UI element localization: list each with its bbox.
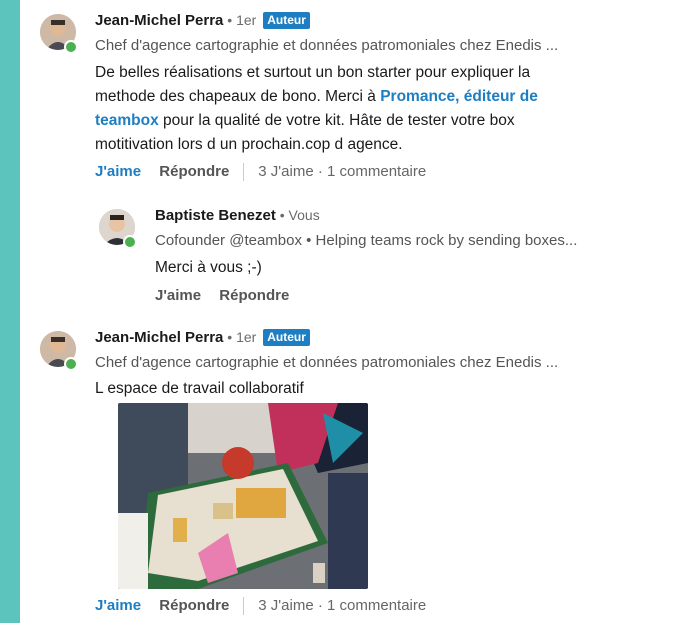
comment-line: methode des chapeaux de bono. Merci à Pr… xyxy=(95,85,685,109)
online-status-icon xyxy=(123,235,137,249)
reply-button[interactable]: Répondre xyxy=(159,163,229,180)
comment-line: teambox pour la qualité de votre kit. Hâ… xyxy=(95,109,685,133)
comment-1: Jean-Michel Perra • 1er Auteur Chef d'ag… xyxy=(20,0,697,190)
comments-panel: Jean-Michel Perra • 1er Auteur Chef d'ag… xyxy=(20,0,697,623)
photo-content xyxy=(118,403,368,589)
reply-button[interactable]: Répondre xyxy=(219,287,289,304)
comment-actions: J'aime Répondre 3 J'aime · 1 commentaire xyxy=(95,163,426,182)
online-status-icon xyxy=(64,40,78,54)
comment-text: De belles réalisations et surtout un bon… xyxy=(95,61,685,157)
comment-stats[interactable]: 3 J'aime · 1 commentaire xyxy=(258,597,426,614)
like-button[interactable]: J'aime xyxy=(95,597,141,614)
author-name-text[interactable]: Jean-Michel Perra xyxy=(95,12,223,29)
connection-degree: • 1er xyxy=(223,329,261,345)
author-badge: Auteur xyxy=(263,329,310,346)
comment-line-text: pour la qualité de votre kit. Hâte de te… xyxy=(158,112,515,129)
comment-line: De belles réalisations et surtout un bon… xyxy=(95,64,531,81)
comment-text: L espace de travail collaboratif xyxy=(95,380,304,397)
author-headline: Chef d'agence cartographie et données pa… xyxy=(95,37,559,54)
author-name-text[interactable]: Jean-Michel Perra xyxy=(95,329,223,346)
comment-line-text: methode des chapeaux de bono. Merci à xyxy=(95,88,381,105)
divider xyxy=(243,163,245,182)
comment-actions: J'aime Répondre 3 J'aime · 1 commentaire xyxy=(95,597,426,616)
comment-text: Merci à vous ;-) xyxy=(155,259,262,276)
comment-line: motitivation lors d un prochain.cop d ag… xyxy=(95,136,403,153)
author-name[interactable]: Jean-Michel Perra • 1er Auteur xyxy=(95,12,310,30)
mention-link[interactable]: teambox xyxy=(95,112,159,129)
author-headline: Cofounder @teambox • Helping teams rock … xyxy=(155,232,578,249)
author-name-text[interactable]: Baptiste Benezet xyxy=(155,207,276,224)
comment-actions: J'aime Répondre xyxy=(155,287,289,304)
comment-2: Jean-Michel Perra • 1er Auteur Chef d'ag… xyxy=(20,317,697,623)
like-button[interactable]: J'aime xyxy=(155,287,201,304)
online-status-icon xyxy=(64,357,78,371)
attached-photo[interactable] xyxy=(118,403,368,589)
connection-degree: • 1er xyxy=(223,12,261,28)
author-headline: Chef d'agence cartographie et données pa… xyxy=(95,354,559,371)
author-name[interactable]: Baptiste Benezet • Vous xyxy=(155,207,320,224)
reply-comment: Baptiste Benezet • Vous Cofounder @teamb… xyxy=(20,195,697,315)
comment-stats[interactable]: 3 J'aime · 1 commentaire xyxy=(258,163,426,180)
mention-link[interactable]: Promance, éditeur de xyxy=(380,88,538,105)
author-name[interactable]: Jean-Michel Perra • 1er Auteur xyxy=(95,329,310,347)
like-button[interactable]: J'aime xyxy=(95,163,141,180)
reply-button[interactable]: Répondre xyxy=(159,597,229,614)
author-label: • Vous xyxy=(275,207,320,223)
divider xyxy=(243,597,245,616)
author-badge: Auteur xyxy=(263,12,310,29)
